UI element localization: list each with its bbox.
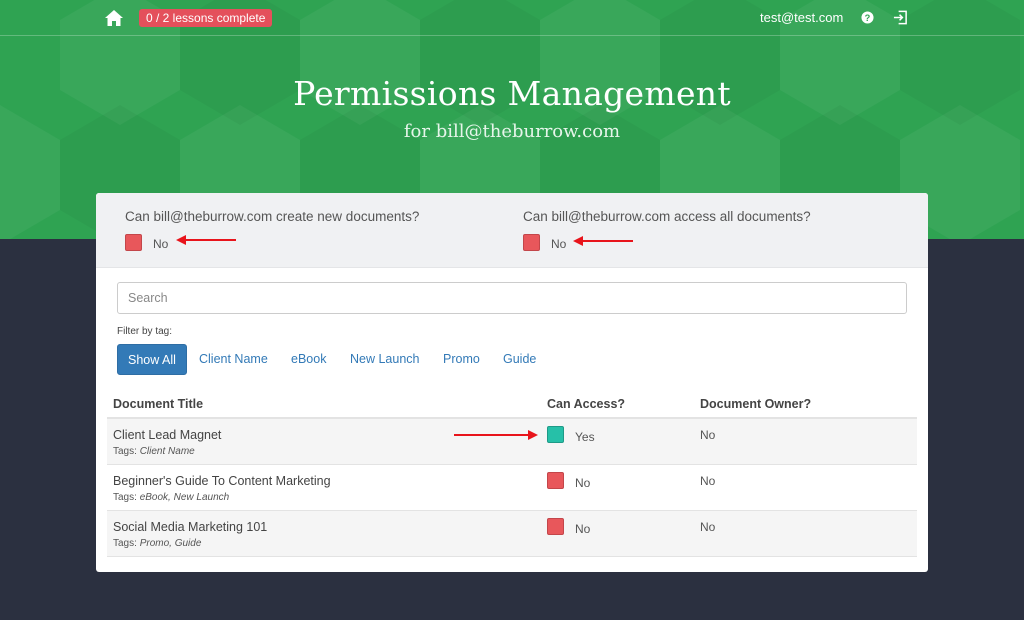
logout-icon[interactable] [893,10,908,25]
home-icon[interactable] [104,8,124,28]
page-title: Permissions Management [293,74,731,113]
column-header-title: Document Title [113,397,204,411]
top-navbar: 0 / 2 lessons complete test@test.com ? [0,0,1024,36]
table-row: Beginner's Guide To Content Marketing Ta… [107,465,917,511]
create-docs-question: Can bill@theburrow.com create new docume… [125,209,420,224]
table-row: Social Media Marketing 101 Tags: Promo, … [107,511,917,557]
filter-ebook-tag[interactable]: eBook [291,344,326,375]
document-tags: Tags: eBook, New Launch [113,492,230,503]
annotation-arrow-icon [573,236,633,246]
can-access-value: No [575,476,591,490]
document-tags: Tags: Client Name [113,446,195,457]
filter-label: Filter by tag: [117,326,173,337]
document-tags: Tags: Promo, Guide [113,538,202,549]
search-input[interactable] [117,282,907,314]
access-all-question: Can bill@theburrow.com access all docume… [523,209,811,224]
document-owner-value: No [700,474,716,488]
document-title: Beginner's Guide To Content Marketing [113,474,331,488]
user-email-link[interactable]: test@test.com [760,10,843,25]
page-subtitle: for bill@theburrow.com [403,121,621,142]
global-permissions-panel: Can bill@theburrow.com create new docume… [96,193,928,268]
table-row: Client Lead Magnet Tags: Client Name Yes… [107,419,917,465]
permissions-card: Can bill@theburrow.com create new docume… [96,193,928,572]
column-header-owner: Document Owner? [700,397,812,411]
filter-new-launch-tag[interactable]: New Launch [350,344,420,375]
document-owner-value: No [700,520,716,534]
document-title: Client Lead Magnet [113,428,222,442]
svg-text:?: ? [865,13,871,23]
filter-show-all-button[interactable]: Show All [117,344,187,375]
can-access-checkbox[interactable] [547,518,564,535]
create-docs-checkbox[interactable] [125,234,142,251]
document-title: Social Media Marketing 101 [113,520,268,534]
lessons-progress-badge: 0 / 2 lessons complete [139,9,273,27]
filter-guide-tag[interactable]: Guide [503,344,536,375]
access-all-value: No [551,237,567,251]
can-access-checkbox[interactable] [547,472,564,489]
access-all-checkbox[interactable] [523,234,540,251]
annotation-arrow-icon [454,430,538,440]
can-access-value: No [575,522,591,536]
can-access-checkbox[interactable] [547,426,564,443]
help-icon[interactable]: ? [861,11,874,24]
filter-client-name-tag[interactable]: Client Name [199,344,268,375]
filter-promo-tag[interactable]: Promo [443,344,480,375]
can-access-value: Yes [575,430,595,444]
create-docs-value: No [153,237,169,251]
column-header-access: Can Access? [547,397,626,411]
annotation-arrow-icon [176,235,236,245]
document-owner-value: No [700,428,716,442]
